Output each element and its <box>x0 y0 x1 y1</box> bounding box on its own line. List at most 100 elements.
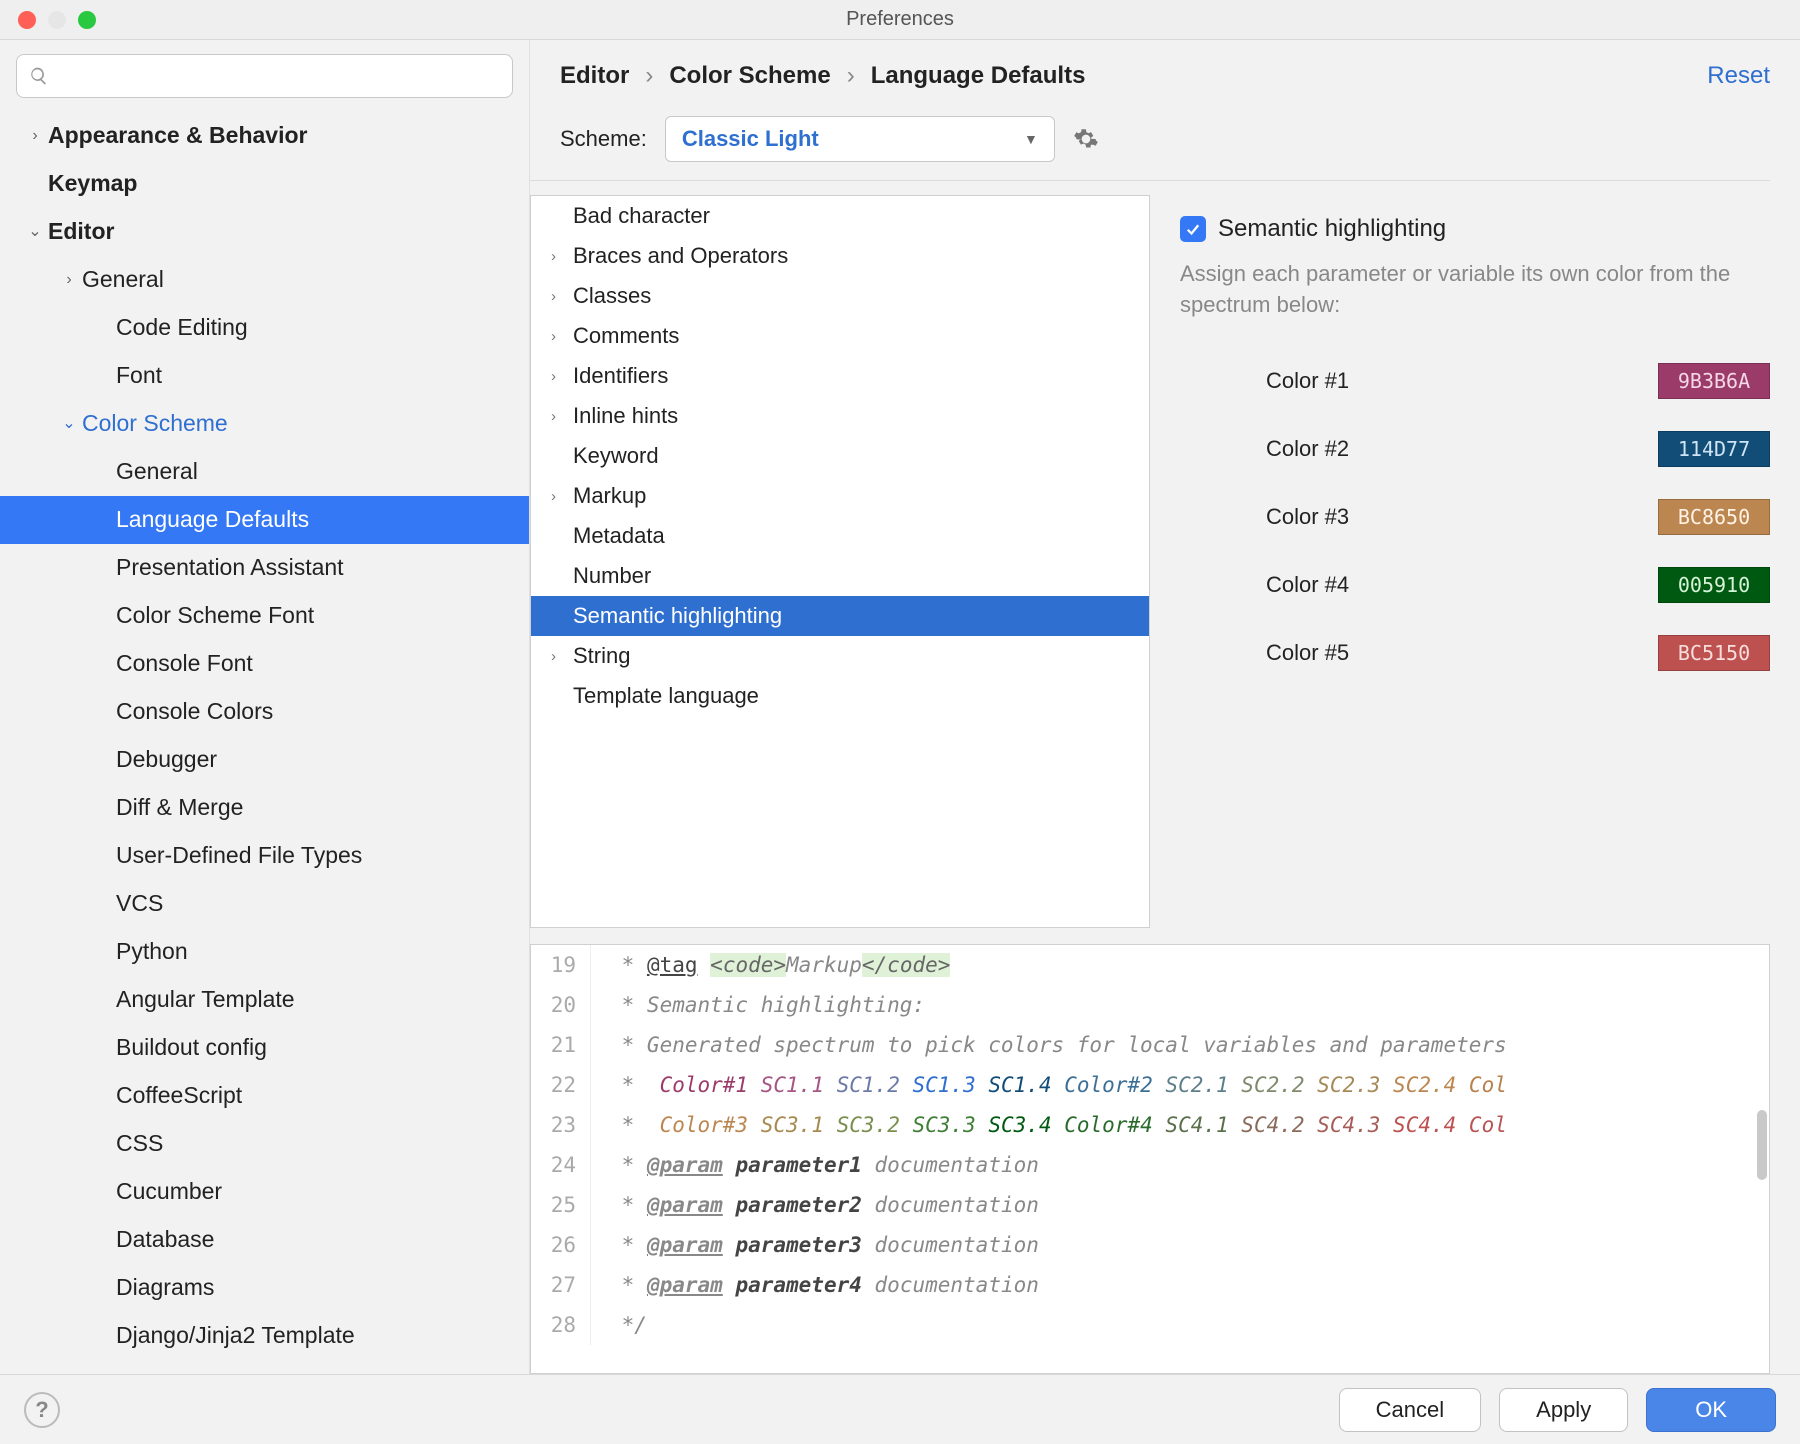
check-icon <box>1184 220 1202 238</box>
line-number: 20 <box>531 985 591 1025</box>
category-label: Template language <box>573 683 759 709</box>
preview-code: * Color#1 SC1.1 SC1.2 SC1.3 SC1.4 Color#… <box>591 1065 1507 1105</box>
category-item[interactable]: Semantic highlighting <box>531 596 1149 636</box>
color-swatch[interactable]: 114D77 <box>1658 431 1770 467</box>
sidebar-item[interactable]: Angular Template <box>0 976 529 1024</box>
category-item[interactable]: Metadata <box>531 516 1149 556</box>
category-item[interactable]: Number <box>531 556 1149 596</box>
sidebar-item-label: General <box>116 456 198 487</box>
help-button[interactable]: ? <box>24 1392 60 1428</box>
sidebar-item-label: Language Defaults <box>116 504 309 535</box>
sidebar-item[interactable]: Presentation Assistant <box>0 544 529 592</box>
color-swatch[interactable]: 005910 <box>1658 567 1770 603</box>
category-label: Classes <box>573 283 651 309</box>
sidebar-item[interactable]: Font <box>0 352 529 400</box>
color-stop-label: Color #1 <box>1180 368 1658 394</box>
category-item[interactable]: Keyword <box>531 436 1149 476</box>
window-controls <box>0 11 96 29</box>
sidebar-item-label: VCS <box>116 888 163 919</box>
sidebar-item[interactable]: General <box>0 448 529 496</box>
sidebar-item[interactable]: User-Defined File Types <box>0 832 529 880</box>
chevron-right-icon: › <box>551 408 573 425</box>
sidebar-item[interactable]: Debugger <box>0 736 529 784</box>
sidebar-item[interactable]: CoffeeScript <box>0 1072 529 1120</box>
sidebar-item[interactable]: Color Scheme Font <box>0 592 529 640</box>
preview-code: * @param parameter3 documentation <box>591 1225 1039 1265</box>
category-item[interactable]: Template language <box>531 676 1149 716</box>
sidebar-item-label: Font <box>116 360 162 391</box>
main-pane: Editor › Color Scheme › Language Default… <box>530 40 1800 1374</box>
crumb-editor[interactable]: Editor <box>560 62 629 90</box>
sidebar-item[interactable]: ›General <box>0 256 529 304</box>
preview-line: 27 * @param parameter4 documentation <box>531 1265 1769 1305</box>
zoom-icon[interactable] <box>78 11 96 29</box>
sidebar-item[interactable]: Database <box>0 1216 529 1264</box>
category-label: Markup <box>573 483 646 509</box>
sidebar-item[interactable]: Diagrams <box>0 1264 529 1312</box>
sidebar-item[interactable]: VCS <box>0 880 529 928</box>
line-number: 22 <box>531 1065 591 1105</box>
chevron-down-icon: ⌄ <box>26 221 44 243</box>
category-item[interactable]: ›String <box>531 636 1149 676</box>
cancel-button[interactable]: Cancel <box>1339 1388 1481 1432</box>
sidebar-item[interactable]: Console Font <box>0 640 529 688</box>
sidebar-item[interactable]: Keymap <box>0 160 529 208</box>
scheme-select[interactable]: Classic Light ▼ <box>665 116 1055 162</box>
color-swatch[interactable]: 9B3B6A <box>1658 363 1770 399</box>
category-item[interactable]: ›Comments <box>531 316 1149 356</box>
preview-line: 20 * Semantic highlighting: <box>531 985 1769 1025</box>
sidebar-item[interactable]: Language Defaults <box>0 496 529 544</box>
sidebar-item[interactable]: ›Appearance & Behavior <box>0 112 529 160</box>
chevron-down-icon: ⌄ <box>60 413 78 435</box>
sidebar-item[interactable]: Diff & Merge <box>0 784 529 832</box>
preview-code: * @param parameter1 documentation <box>591 1145 1039 1185</box>
category-label: Bad character <box>573 203 710 229</box>
line-number: 23 <box>531 1105 591 1145</box>
line-number: 19 <box>531 945 591 985</box>
titlebar: Preferences <box>0 0 1800 40</box>
search-field[interactable] <box>57 65 500 87</box>
sidebar-item-label: Diff & Merge <box>116 792 243 823</box>
scrollbar-thumb[interactable] <box>1757 1110 1767 1180</box>
category-label: Keyword <box>573 443 659 469</box>
category-item[interactable]: ›Inline hints <box>531 396 1149 436</box>
category-item[interactable]: ›Classes <box>531 276 1149 316</box>
category-label: Semantic highlighting <box>573 603 782 629</box>
settings-tree: ›Appearance & BehaviorKeymap⌄Editor›Gene… <box>0 112 529 1360</box>
apply-button[interactable]: Apply <box>1499 1388 1628 1432</box>
category-item[interactable]: ›Markup <box>531 476 1149 516</box>
close-icon[interactable] <box>18 11 36 29</box>
preview-code: */ <box>591 1305 647 1345</box>
color-swatch[interactable]: BC5150 <box>1658 635 1770 671</box>
semantic-highlighting-checkbox[interactable] <box>1180 216 1206 242</box>
sidebar-item[interactable]: Python <box>0 928 529 976</box>
crumb-color-scheme[interactable]: Color Scheme <box>669 62 830 90</box>
sidebar-item[interactable]: Cucumber <box>0 1168 529 1216</box>
color-stop-label: Color #3 <box>1180 504 1658 530</box>
gear-icon[interactable] <box>1073 126 1099 152</box>
sidebar-item[interactable]: CSS <box>0 1120 529 1168</box>
sidebar-item[interactable]: Buildout config <box>0 1024 529 1072</box>
sidebar-item-label: Django/Jinja2 Template <box>116 1320 355 1351</box>
category-item[interactable]: Bad character <box>531 196 1149 236</box>
sidebar-item-label: Angular Template <box>116 984 295 1015</box>
sidebar-item[interactable]: ⌄Editor <box>0 208 529 256</box>
category-item[interactable]: ›Braces and Operators <box>531 236 1149 276</box>
ok-button[interactable]: OK <box>1646 1388 1776 1432</box>
sidebar-item[interactable]: Django/Jinja2 Template <box>0 1312 529 1360</box>
reset-link[interactable]: Reset <box>1707 62 1770 90</box>
chevron-right-icon: › <box>847 62 855 90</box>
sidebar-item-label: Debugger <box>116 744 217 775</box>
search-input[interactable] <box>16 54 513 98</box>
color-stop-row: Color #2114D77 <box>1180 415 1770 483</box>
preview-line: 24 * @param parameter1 documentation <box>531 1145 1769 1185</box>
preview-line: 28 */ <box>531 1305 1769 1345</box>
color-swatch[interactable]: BC8650 <box>1658 499 1770 535</box>
sidebar-item[interactable]: ⌄Color Scheme <box>0 400 529 448</box>
sidebar-item[interactable]: Code Editing <box>0 304 529 352</box>
color-stop-label: Color #4 <box>1180 572 1658 598</box>
category-item[interactable]: ›Identifiers <box>531 356 1149 396</box>
sidebar-item[interactable]: Console Colors <box>0 688 529 736</box>
color-stop-row: Color #19B3B6A <box>1180 347 1770 415</box>
sidebar-item-label: Buildout config <box>116 1032 267 1063</box>
